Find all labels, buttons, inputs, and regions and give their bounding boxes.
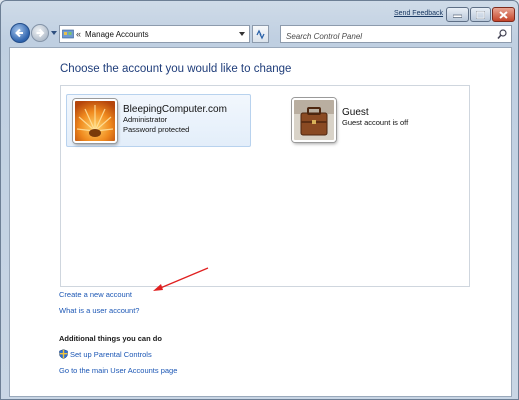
minimize-button[interactable] bbox=[446, 7, 469, 22]
manage-accounts-window: Send Feedback « Manage Accounts Search C… bbox=[0, 0, 519, 400]
parental-controls-label[interactable]: Set up Parental Controls bbox=[70, 350, 152, 359]
address-dropdown-icon[interactable] bbox=[239, 32, 245, 36]
orange-flower-picture bbox=[73, 99, 117, 143]
refresh-icon bbox=[256, 29, 265, 39]
search-input[interactable] bbox=[281, 28, 481, 45]
minimize-icon bbox=[453, 14, 462, 18]
main-user-accounts-link[interactable]: Go to the main User Accounts page bbox=[59, 366, 177, 375]
back-button[interactable] bbox=[10, 23, 30, 43]
close-button[interactable] bbox=[492, 7, 515, 22]
content-pane: Choose the account you would like to cha… bbox=[9, 47, 512, 397]
account-tile-bleepingcomputer[interactable]: BleepingComputer.com Administrator Passw… bbox=[66, 94, 251, 147]
forward-arrow-icon bbox=[36, 28, 45, 38]
search-icon[interactable] bbox=[497, 29, 507, 39]
forward-button[interactable] bbox=[31, 24, 49, 42]
navigation-bar: « Manage Accounts bbox=[1, 23, 518, 45]
recent-pages-dropdown[interactable] bbox=[51, 31, 57, 35]
search-box[interactable] bbox=[280, 25, 512, 45]
breadcrumb-chevron[interactable]: « bbox=[76, 29, 81, 39]
address-bar[interactable]: « Manage Accounts bbox=[59, 25, 250, 43]
account-status: Password protected bbox=[123, 125, 190, 134]
maximize-button[interactable] bbox=[470, 7, 491, 22]
back-arrow-icon bbox=[15, 28, 23, 38]
refresh-button[interactable] bbox=[252, 25, 269, 43]
title-bar: Send Feedback bbox=[1, 1, 518, 23]
send-feedback-link[interactable]: Send Feedback bbox=[394, 10, 443, 17]
briefcase-picture bbox=[292, 98, 336, 142]
control-panel-icon bbox=[62, 29, 74, 38]
shield-icon bbox=[59, 349, 68, 359]
account-name: Guest bbox=[342, 107, 369, 118]
additional-things-heading: Additional things you can do bbox=[59, 334, 162, 343]
maximize-icon bbox=[476, 10, 485, 19]
close-icon bbox=[499, 10, 508, 19]
what-is-user-account-link[interactable]: What is a user account? bbox=[59, 306, 139, 315]
account-status: Guest account is off bbox=[342, 118, 409, 127]
accounts-list: BleepingComputer.com Administrator Passw… bbox=[60, 85, 470, 287]
account-name: BleepingComputer.com bbox=[123, 104, 227, 115]
parental-controls-link[interactable]: Set up Parental Controls bbox=[59, 349, 152, 359]
page-title: Choose the account you would like to cha… bbox=[60, 63, 292, 75]
account-type: Administrator bbox=[123, 115, 168, 124]
breadcrumb-manage-accounts[interactable]: Manage Accounts bbox=[85, 30, 149, 39]
red-arrow-annotation bbox=[153, 267, 209, 291]
account-tile-guest[interactable]: Guest Guest account is off bbox=[286, 94, 446, 147]
create-new-account-link[interactable]: Create a new account bbox=[59, 290, 132, 299]
